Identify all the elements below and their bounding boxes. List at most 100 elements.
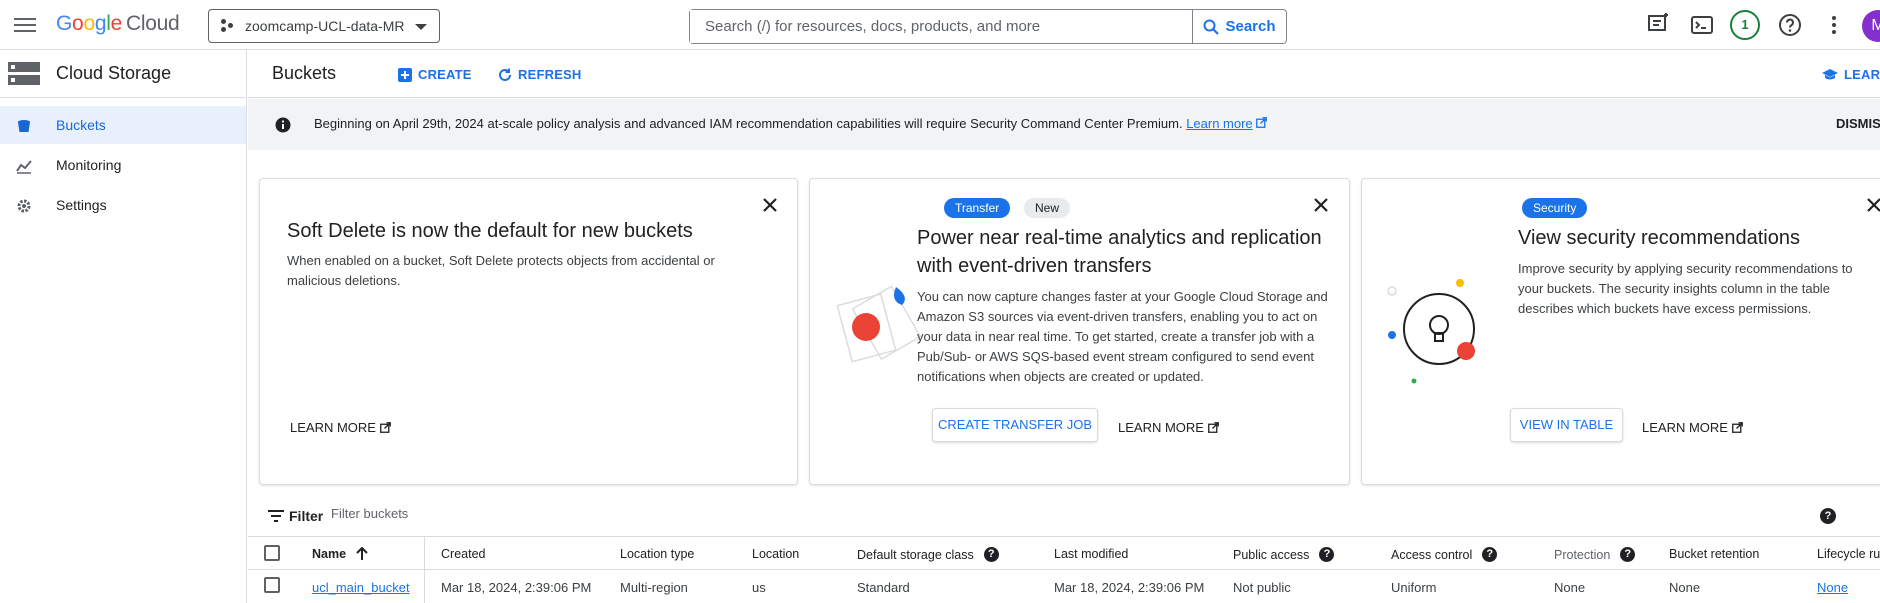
- security-card: Security View security recommendations I…: [1361, 178, 1880, 485]
- open-in-new-icon: [1256, 117, 1268, 128]
- search-input[interactable]: [690, 10, 1192, 43]
- more-vert-icon[interactable]: [1822, 13, 1846, 37]
- storage-class-cell: Standard: [857, 580, 910, 595]
- card-title: View security recommendations: [1518, 227, 1800, 249]
- google-cloud-logo[interactable]: Google Cloud: [56, 12, 180, 36]
- banner-learn-more-link[interactable]: Learn more: [1186, 116, 1252, 131]
- access-control-cell: Uniform: [1391, 580, 1437, 595]
- column-header-location-type[interactable]: Location type: [620, 547, 694, 561]
- chart-icon: [16, 160, 32, 174]
- storage-icon: [8, 62, 40, 85]
- left-nav: Cloud Storage Buckets Monitoring Setting…: [0, 50, 247, 603]
- last-modified-cell: Mar 18, 2024, 2:39:06 PM: [1054, 580, 1205, 595]
- column-header-last-modified[interactable]: Last modified: [1054, 547, 1128, 561]
- learn-more-link[interactable]: LEARN MORE: [1642, 420, 1743, 435]
- help-icon[interactable]: ?: [1820, 508, 1836, 524]
- created-cell: Mar 18, 2024, 2:39:06 PM: [441, 580, 592, 595]
- close-icon[interactable]: [1864, 195, 1880, 215]
- bucket-icon: [18, 120, 30, 132]
- filter-icon: [268, 510, 284, 522]
- open-in-new-icon: [1732, 422, 1743, 433]
- retention-cell: None: [1669, 580, 1701, 595]
- info-banner: Beginning on April 29th, 2024 at-scale p…: [248, 99, 1880, 150]
- search-bar: Search: [689, 9, 1287, 44]
- project-selector[interactable]: zoomcamp-UCL-data-MR: [208, 9, 440, 43]
- learn-more-link[interactable]: LEARN MORE: [290, 420, 391, 435]
- column-header-created[interactable]: Created: [441, 547, 485, 561]
- help-icon[interactable]: ?: [1482, 547, 1498, 562]
- banner-text: Beginning on April 29th, 2024 at-scale p…: [314, 116, 1268, 131]
- transfer-card: Transfer New Power near real-time analyt…: [809, 178, 1350, 485]
- product-header: Cloud Storage: [0, 50, 247, 98]
- search-button[interactable]: Search: [1192, 10, 1286, 43]
- sidebar-item-buckets[interactable]: Buckets: [0, 106, 246, 144]
- cloud-shell-icon[interactable]: [1690, 13, 1714, 37]
- product-title: Cloud Storage: [56, 63, 172, 83]
- column-header-location[interactable]: Location: [752, 547, 799, 561]
- column-header-storage-class[interactable]: Default storage class?: [857, 547, 999, 562]
- column-header-public-access[interactable]: Public access?: [1233, 547, 1335, 562]
- sidebar-item-monitoring[interactable]: Monitoring: [0, 146, 246, 184]
- learn-more-link[interactable]: LEARN MORE: [1118, 420, 1219, 435]
- notification-count-badge[interactable]: 1: [1730, 10, 1760, 40]
- create-button[interactable]: CREATE: [398, 67, 472, 82]
- soft-delete-card: Soft Delete is now the default for new b…: [259, 178, 798, 485]
- help-icon[interactable]: ?: [1319, 547, 1335, 562]
- row-checkbox[interactable]: [264, 577, 280, 593]
- card-body: You can now capture changes faster at yo…: [917, 289, 1328, 384]
- card-body: Improve security by applying security re…: [1518, 261, 1853, 316]
- location-cell: us: [752, 580, 766, 595]
- close-icon[interactable]: [760, 195, 780, 215]
- column-header-name[interactable]: Name: [312, 547, 368, 561]
- chevron-down-icon: [415, 24, 427, 30]
- card-body: When enabled on a bucket, Soft Delete pr…: [287, 253, 715, 288]
- project-icon: [221, 19, 235, 33]
- table-header: Name Created Location type Location Defa…: [248, 536, 1880, 570]
- open-in-new-icon: [1208, 422, 1219, 433]
- card-title: Soft Delete is now the default for new b…: [287, 220, 693, 242]
- new-chip: New: [1024, 198, 1071, 218]
- help-icon[interactable]: ?: [983, 547, 999, 562]
- location-type-cell: Multi-region: [620, 580, 688, 595]
- add-box-icon: [398, 67, 412, 82]
- help-icon[interactable]: ?: [1620, 547, 1636, 562]
- dismiss-button[interactable]: DISMISS: [1836, 116, 1880, 131]
- transfer-illustration: [836, 285, 922, 363]
- info-icon: [275, 117, 291, 133]
- top-bar: Google Cloud zoomcamp-UCL-data-MR Search …: [0, 0, 1880, 50]
- menu-icon[interactable]: [14, 14, 36, 36]
- column-header-protection[interactable]: Protection?: [1554, 547, 1636, 562]
- learn-button[interactable]: LEARN: [1822, 67, 1880, 82]
- open-in-new-icon: [380, 422, 391, 433]
- table-row: ucl_main_bucket Mar 18, 2024, 2:39:06 PM…: [248, 571, 1880, 603]
- gear-icon: [17, 199, 31, 213]
- page-title: Buckets: [272, 63, 337, 83]
- view-in-table-button[interactable]: VIEW IN TABLE: [1510, 408, 1623, 442]
- lifecycle-link[interactable]: None: [1817, 580, 1848, 595]
- search-icon: [1203, 19, 1220, 35]
- refresh-icon: [499, 68, 511, 81]
- arrow-up-icon: [356, 547, 368, 560]
- sidebar-item-settings[interactable]: Settings: [0, 186, 246, 224]
- card-title: Power near real-time analytics and repli…: [917, 227, 1322, 277]
- security-chip: Security: [1522, 198, 1588, 218]
- school-icon: [1822, 68, 1838, 79]
- project-name: zoomcamp-UCL-data-MR: [245, 18, 405, 34]
- filter-input[interactable]: [331, 506, 631, 521]
- column-header-bucket-retention[interactable]: Bucket retention: [1669, 547, 1759, 561]
- avatar[interactable]: M: [1862, 10, 1880, 42]
- protection-cell: None: [1554, 580, 1586, 595]
- notifications-icon[interactable]: [1646, 13, 1670, 37]
- close-icon[interactable]: [1311, 195, 1331, 215]
- transfer-chip: Transfer: [944, 198, 1011, 218]
- help-icon[interactable]: [1778, 13, 1802, 37]
- create-transfer-job-button[interactable]: CREATE TRANSFER JOB: [932, 408, 1098, 442]
- column-header-access-control[interactable]: Access control?: [1391, 547, 1498, 562]
- column-header-lifecycle-rules[interactable]: Lifecycle rul: [1817, 547, 1880, 561]
- filter-bar: Filter ?: [259, 502, 1880, 532]
- filter-label: Filter: [289, 508, 324, 524]
- select-all-checkbox[interactable]: [264, 545, 280, 561]
- public-access-cell: Not public: [1233, 580, 1291, 595]
- bucket-name-link[interactable]: ucl_main_bucket: [312, 580, 410, 595]
- refresh-button[interactable]: REFRESH: [498, 67, 582, 82]
